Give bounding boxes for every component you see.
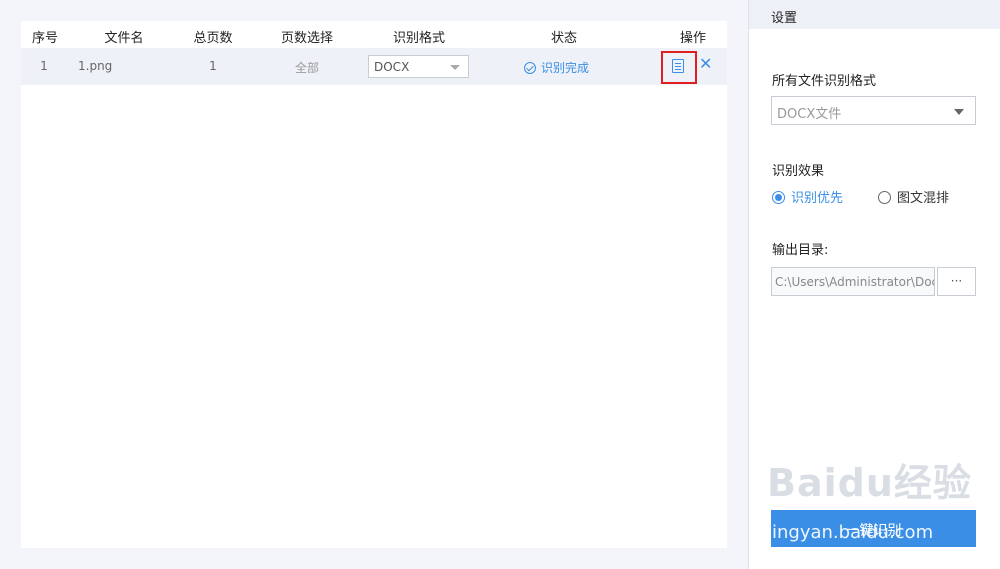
chevron-down-icon bbox=[954, 109, 964, 115]
column-header-page-selection: 页数选择 bbox=[280, 31, 333, 46]
column-header-total-pages: 总页数 bbox=[193, 31, 233, 46]
radio-label: 识别优先 bbox=[791, 191, 844, 206]
column-header-actions: 操作 bbox=[679, 31, 706, 46]
column-header-status: 状态 bbox=[550, 31, 577, 46]
row-status: 识别完成 bbox=[524, 59, 589, 76]
column-header-format: 识别格式 bbox=[392, 31, 445, 46]
radio-recognition-priority[interactable]: 识别优先 bbox=[772, 187, 843, 206]
table-header: 序号 文件名 总页数 页数选择 识别格式 状态 操作 bbox=[21, 21, 727, 48]
row-format-select[interactable]: DOCX bbox=[368, 55, 469, 78]
column-header-index: 序号 bbox=[31, 31, 58, 46]
chevron-down-icon bbox=[450, 65, 460, 70]
effect-label: 识别效果 bbox=[772, 164, 825, 179]
column-header-filename: 文件名 bbox=[104, 31, 144, 46]
table-row[interactable]: 1 1.png 1 全部 DOCX 识别完成 ✕ bbox=[21, 48, 727, 85]
output-path-input[interactable]: C:\Users\Administrator\Docu bbox=[771, 267, 935, 296]
document-icon[interactable] bbox=[672, 59, 684, 73]
radio-mixed-layout[interactable]: 图文混排 bbox=[878, 187, 949, 206]
row-page-selection[interactable]: 全部 bbox=[293, 59, 321, 76]
browse-button[interactable]: ··· bbox=[937, 267, 976, 296]
row-total-pages: 1 bbox=[209, 59, 217, 73]
row-filename: 1.png bbox=[78, 59, 113, 73]
radio-label: 图文混排 bbox=[897, 191, 950, 206]
format-label: 所有文件识别格式 bbox=[772, 74, 877, 89]
radio-checked-icon bbox=[772, 191, 785, 204]
row-format-value: DOCX bbox=[374, 60, 410, 74]
settings-panel: 设置 所有文件识别格式 DOCX文件 识别效果 识别优先 图文混排 输出目录: … bbox=[749, 0, 1000, 569]
file-list-panel: 序号 文件名 总页数 页数选择 识别格式 状态 操作 1 1.png 1 全部 … bbox=[21, 21, 727, 548]
radio-unchecked-icon bbox=[878, 191, 891, 204]
settings-title: 设置 bbox=[749, 0, 1000, 29]
close-icon[interactable]: ✕ bbox=[699, 54, 712, 73]
watermark-url: jingyan.baidu.com bbox=[767, 522, 934, 543]
format-select-value: DOCX文件 bbox=[777, 107, 842, 122]
row-index: 1 bbox=[40, 59, 48, 73]
format-select[interactable]: DOCX文件 bbox=[771, 96, 976, 125]
output-label: 输出目录: bbox=[772, 243, 829, 258]
row-status-text: 识别完成 bbox=[541, 61, 590, 75]
check-circle-icon bbox=[524, 62, 536, 74]
